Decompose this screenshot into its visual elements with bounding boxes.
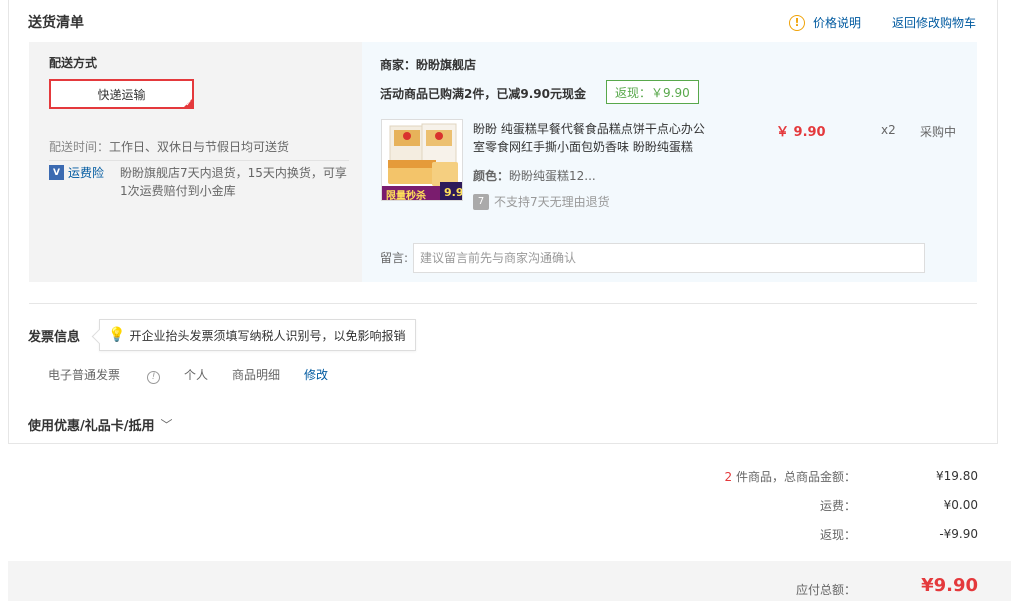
invoice-title: 发票信息 <box>28 330 81 345</box>
section-divider <box>29 303 977 304</box>
shipping-title: 配送方式 <box>49 56 98 70</box>
product-quantity: x2 <box>881 123 896 137</box>
payable-total-label: 应付总额： <box>795 583 856 597</box>
freight-row: 运费： ¥0.00 <box>0 495 1011 515</box>
goods-total-row: 2 件商品，总商品金额： ¥19.80 <box>0 466 1011 486</box>
no-return-label: 不支持7天无理由退货 <box>494 195 610 209</box>
product-color: 颜色：盼盼纯蛋糕12... <box>473 167 596 184</box>
invoice-edit-link[interactable]: 修改 <box>304 366 328 383</box>
invoice-type: 电子普通发票! <box>48 366 161 384</box>
invoice-content: 商品明细 <box>232 368 281 383</box>
freight-insurance-link[interactable]: V 运费险 <box>49 164 104 181</box>
express-shipping-option[interactable]: 快递运输 ✓ <box>49 79 194 109</box>
delivery-time-label: 配送时间： <box>49 140 110 154</box>
invoice-tip-text: 开企业抬头发票须填写纳税人识别号，以免影响报销 <box>129 328 406 343</box>
price-note-link[interactable]: ! 价格说明 <box>789 14 861 31</box>
freight-value: ¥0.00 <box>943 498 978 512</box>
invoice-details: 电子普通发票! 个人 商品明细 修改 <box>48 366 328 384</box>
shop-name: 商家：盼盼旗舰店 <box>380 58 477 72</box>
no-return-7day-icon: 7 <box>473 193 489 210</box>
product-color-value: 盼盼纯蛋糕12... <box>509 169 596 183</box>
message-input[interactable] <box>413 243 925 273</box>
delivery-time-value: 工作日、双休日与节假日均可送货 <box>109 140 290 154</box>
shipping-panel: 配送方式 快递运输 ✓ 配送时间：工作日、双休日与节假日均可送货 V 运费险 盼… <box>29 42 362 282</box>
delivery-list-title: 送货清单 <box>28 15 84 31</box>
lightbulb-icon: 💡 <box>108 327 126 343</box>
no-return-notice: 7 不支持7天无理由退货 <box>473 193 610 210</box>
shipping-divider <box>49 160 349 161</box>
check-icon: ✓ <box>185 99 192 108</box>
delivery-time: 配送时间：工作日、双休日与节假日均可送货 <box>49 138 289 155</box>
express-shipping-label: 快递运输 <box>97 87 146 102</box>
invoice-type-label: 电子普通发票 <box>48 368 121 382</box>
promo-text: 活动商品已购满2件，已减9.90元现金 <box>380 87 586 101</box>
image-badge-label: 限量秒杀 <box>386 191 426 201</box>
goods-label-text: 件商品，总商品金额： <box>732 469 856 484</box>
shield-icon: V <box>49 165 64 180</box>
image-badge-price: 9.9 <box>444 186 463 199</box>
chevron-down-icon: ﹀ <box>160 418 173 432</box>
back-to-cart-link[interactable]: 返回修改购物车 <box>892 14 976 31</box>
info-icon[interactable]: ! <box>147 370 161 384</box>
coupon-title: 使用优惠/礼品卡/抵用 <box>28 419 155 434</box>
shop-panel: 商家：盼盼旗舰店 活动商品已购满2件，已减9.90元现金 返现：￥9.90 限量… <box>362 42 977 282</box>
stock-status: 采购中 <box>920 125 957 139</box>
rebate-tag: 返现：￥9.90 <box>606 80 699 104</box>
product-color-label: 颜色： <box>473 169 510 183</box>
invoice-tip: 💡 开企业抬头发票须填写纳税人识别号，以免影响报销 <box>99 319 417 351</box>
invoice-holder: 个人 <box>184 368 209 383</box>
product-title-link[interactable]: 盼盼 纯蛋糕早餐代餐食品糕点饼干点心办公室零食网红手撕小面包奶香味 盼盼纯蛋糕 <box>473 120 713 156</box>
payable-bar: 应付总额： ¥9.90 <box>8 561 1011 601</box>
rebate-label: 返现： <box>819 527 856 542</box>
product-image[interactable]: 限量秒杀 9.9 <box>381 119 463 201</box>
product-price: ￥ 9.90 <box>776 125 826 140</box>
freight-insurance-desc: 盼盼旗舰店7天内退货，15天内换货，可享1次运费赔付到小金库 <box>120 166 347 198</box>
message-label: 留言: <box>380 251 409 265</box>
freight-insurance-label: 运费险 <box>68 166 105 180</box>
price-note-label: 价格说明 <box>813 16 862 30</box>
goods-total-label: 2 件商品，总商品金额： <box>725 468 856 485</box>
freight-label: 运费： <box>819 498 856 513</box>
rebate-value: -¥9.90 <box>939 527 978 541</box>
warning-icon: ! <box>789 14 805 31</box>
rebate-row: 返现： -¥9.90 <box>0 524 1011 544</box>
goods-total-value: ¥19.80 <box>936 469 978 483</box>
coupon-toggle[interactable]: 使用优惠/礼品卡/抵用 ﹀ <box>28 415 173 434</box>
payable-total-value: ¥9.90 <box>921 575 978 596</box>
